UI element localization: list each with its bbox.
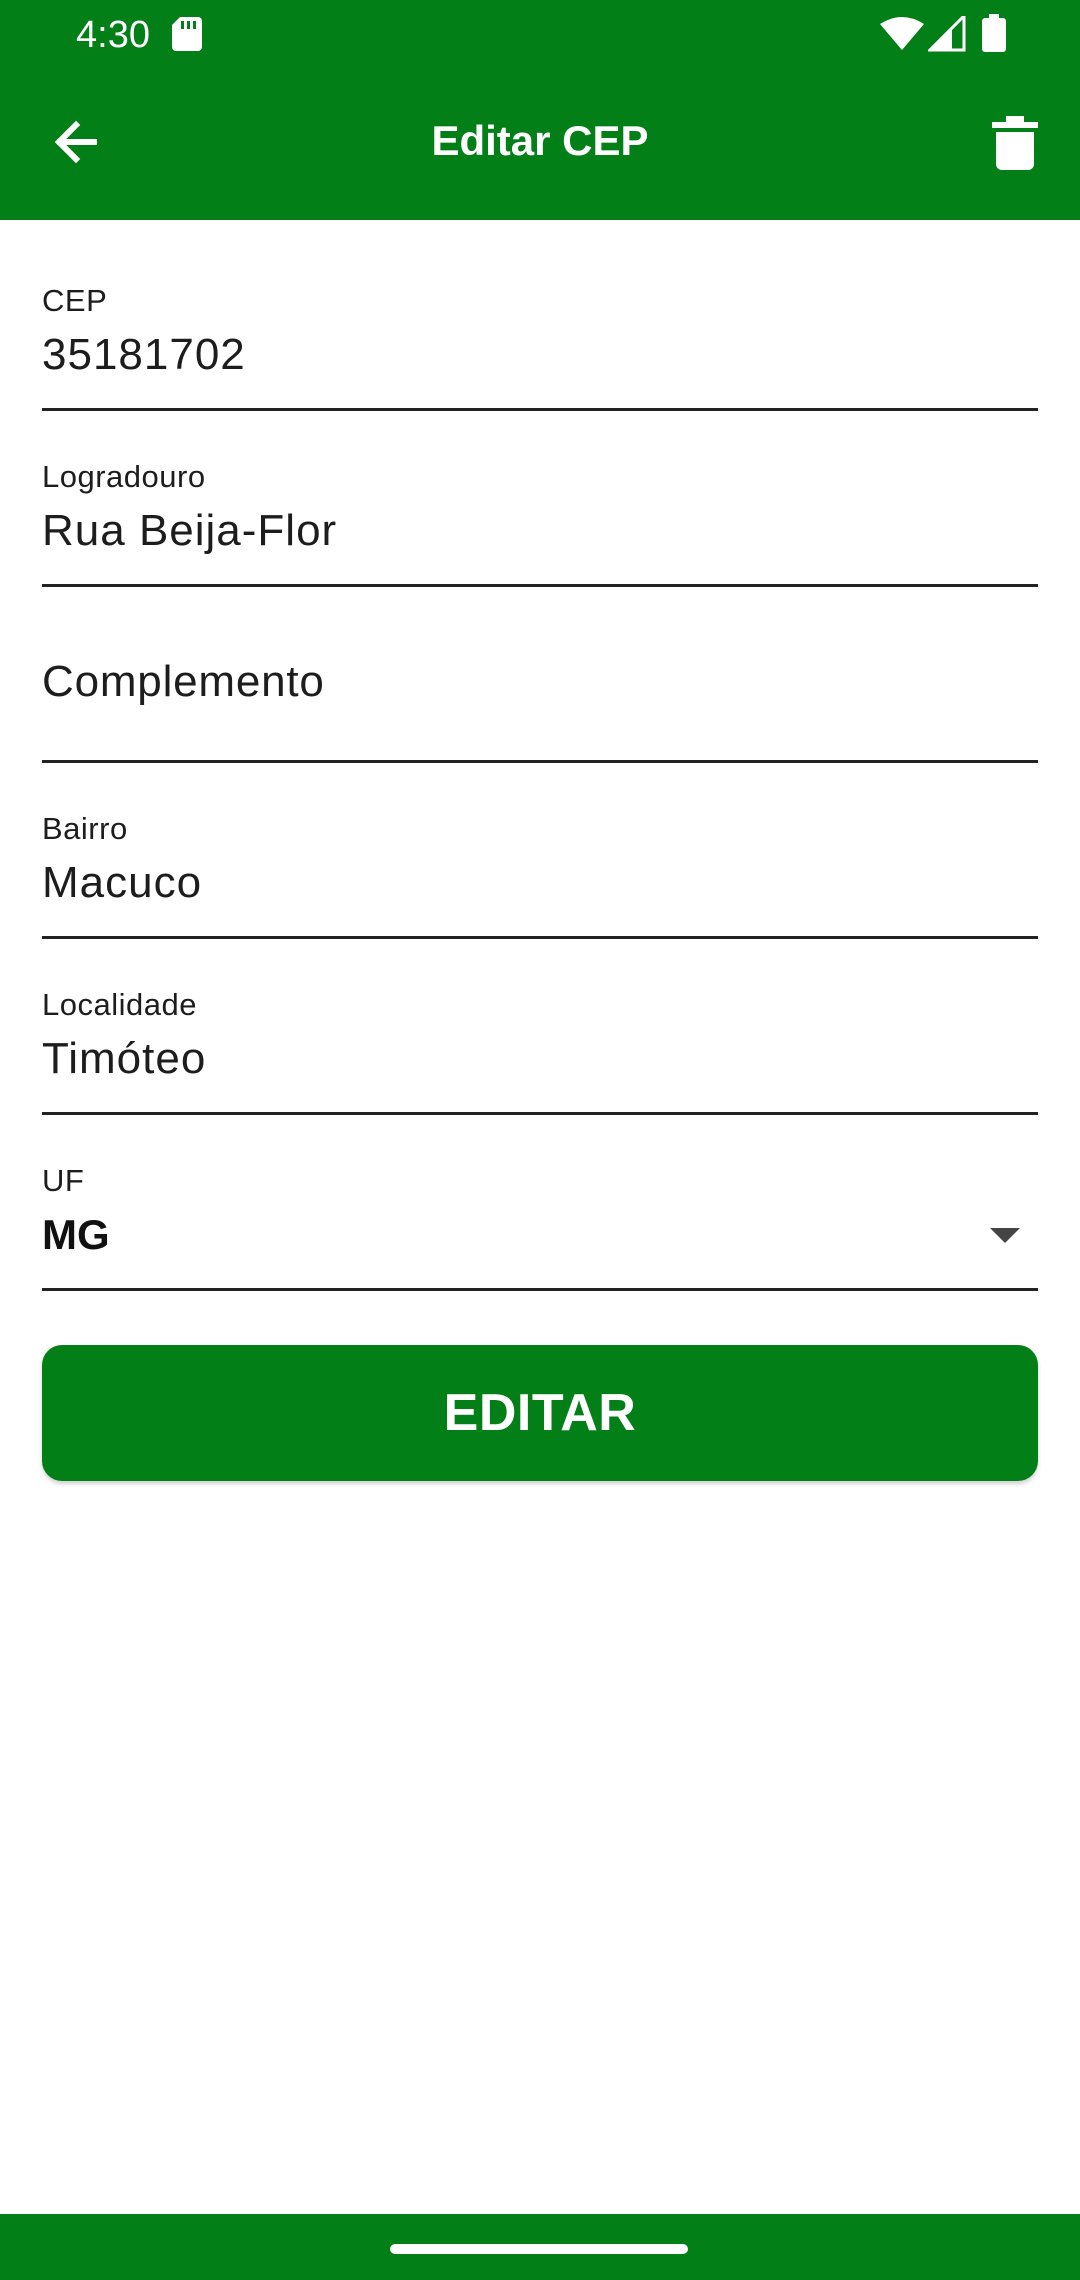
status-bar: 4:30 <box>0 0 1080 70</box>
status-time: 4:30 <box>76 14 150 56</box>
uf-selected-value[interactable]: MG <box>42 1211 110 1259</box>
localidade-input[interactable]: Timóteo <box>42 1034 206 1084</box>
bairro-label: Bairro <box>42 811 128 846</box>
home-gesture-handle[interactable] <box>390 2244 688 2254</box>
edit-button[interactable]: EDITAR <box>42 1345 1038 1481</box>
complemento-input[interactable]: Complemento <box>42 657 325 707</box>
top-bar: 4:30 Editar CEP <box>0 0 1080 220</box>
logradouro-input[interactable]: Rua Beija-Flor <box>42 506 337 556</box>
localidade-label: Localidade <box>42 987 197 1022</box>
cep-label: CEP <box>42 283 108 318</box>
signal-icon <box>928 16 966 52</box>
logradouro-field[interactable]: Logradouro Rua Beija-Flor <box>42 411 1038 587</box>
page-title: Editar CEP <box>431 117 649 164</box>
navigation-bar <box>0 2214 1080 2280</box>
uf-label: UF <box>42 1163 85 1198</box>
app-bar: Editar CEP <box>0 70 1080 220</box>
trash-icon[interactable] <box>992 116 1038 170</box>
sd-card-icon <box>172 17 202 51</box>
bairro-input[interactable]: Macuco <box>42 858 202 908</box>
bairro-field[interactable]: Bairro Macuco <box>42 763 1038 939</box>
localidade-field[interactable]: Localidade Timóteo <box>42 939 1038 1115</box>
complemento-field[interactable]: Complemento <box>42 587 1038 763</box>
battery-icon <box>982 14 1006 52</box>
dropdown-arrow-icon[interactable] <box>990 1228 1020 1243</box>
logradouro-label: Logradouro <box>42 459 206 494</box>
wifi-icon <box>880 17 924 50</box>
cep-field[interactable]: CEP 35181702 <box>42 235 1038 411</box>
uf-dropdown[interactable]: UF MG <box>42 1115 1038 1291</box>
cep-input[interactable]: 35181702 <box>42 330 246 380</box>
